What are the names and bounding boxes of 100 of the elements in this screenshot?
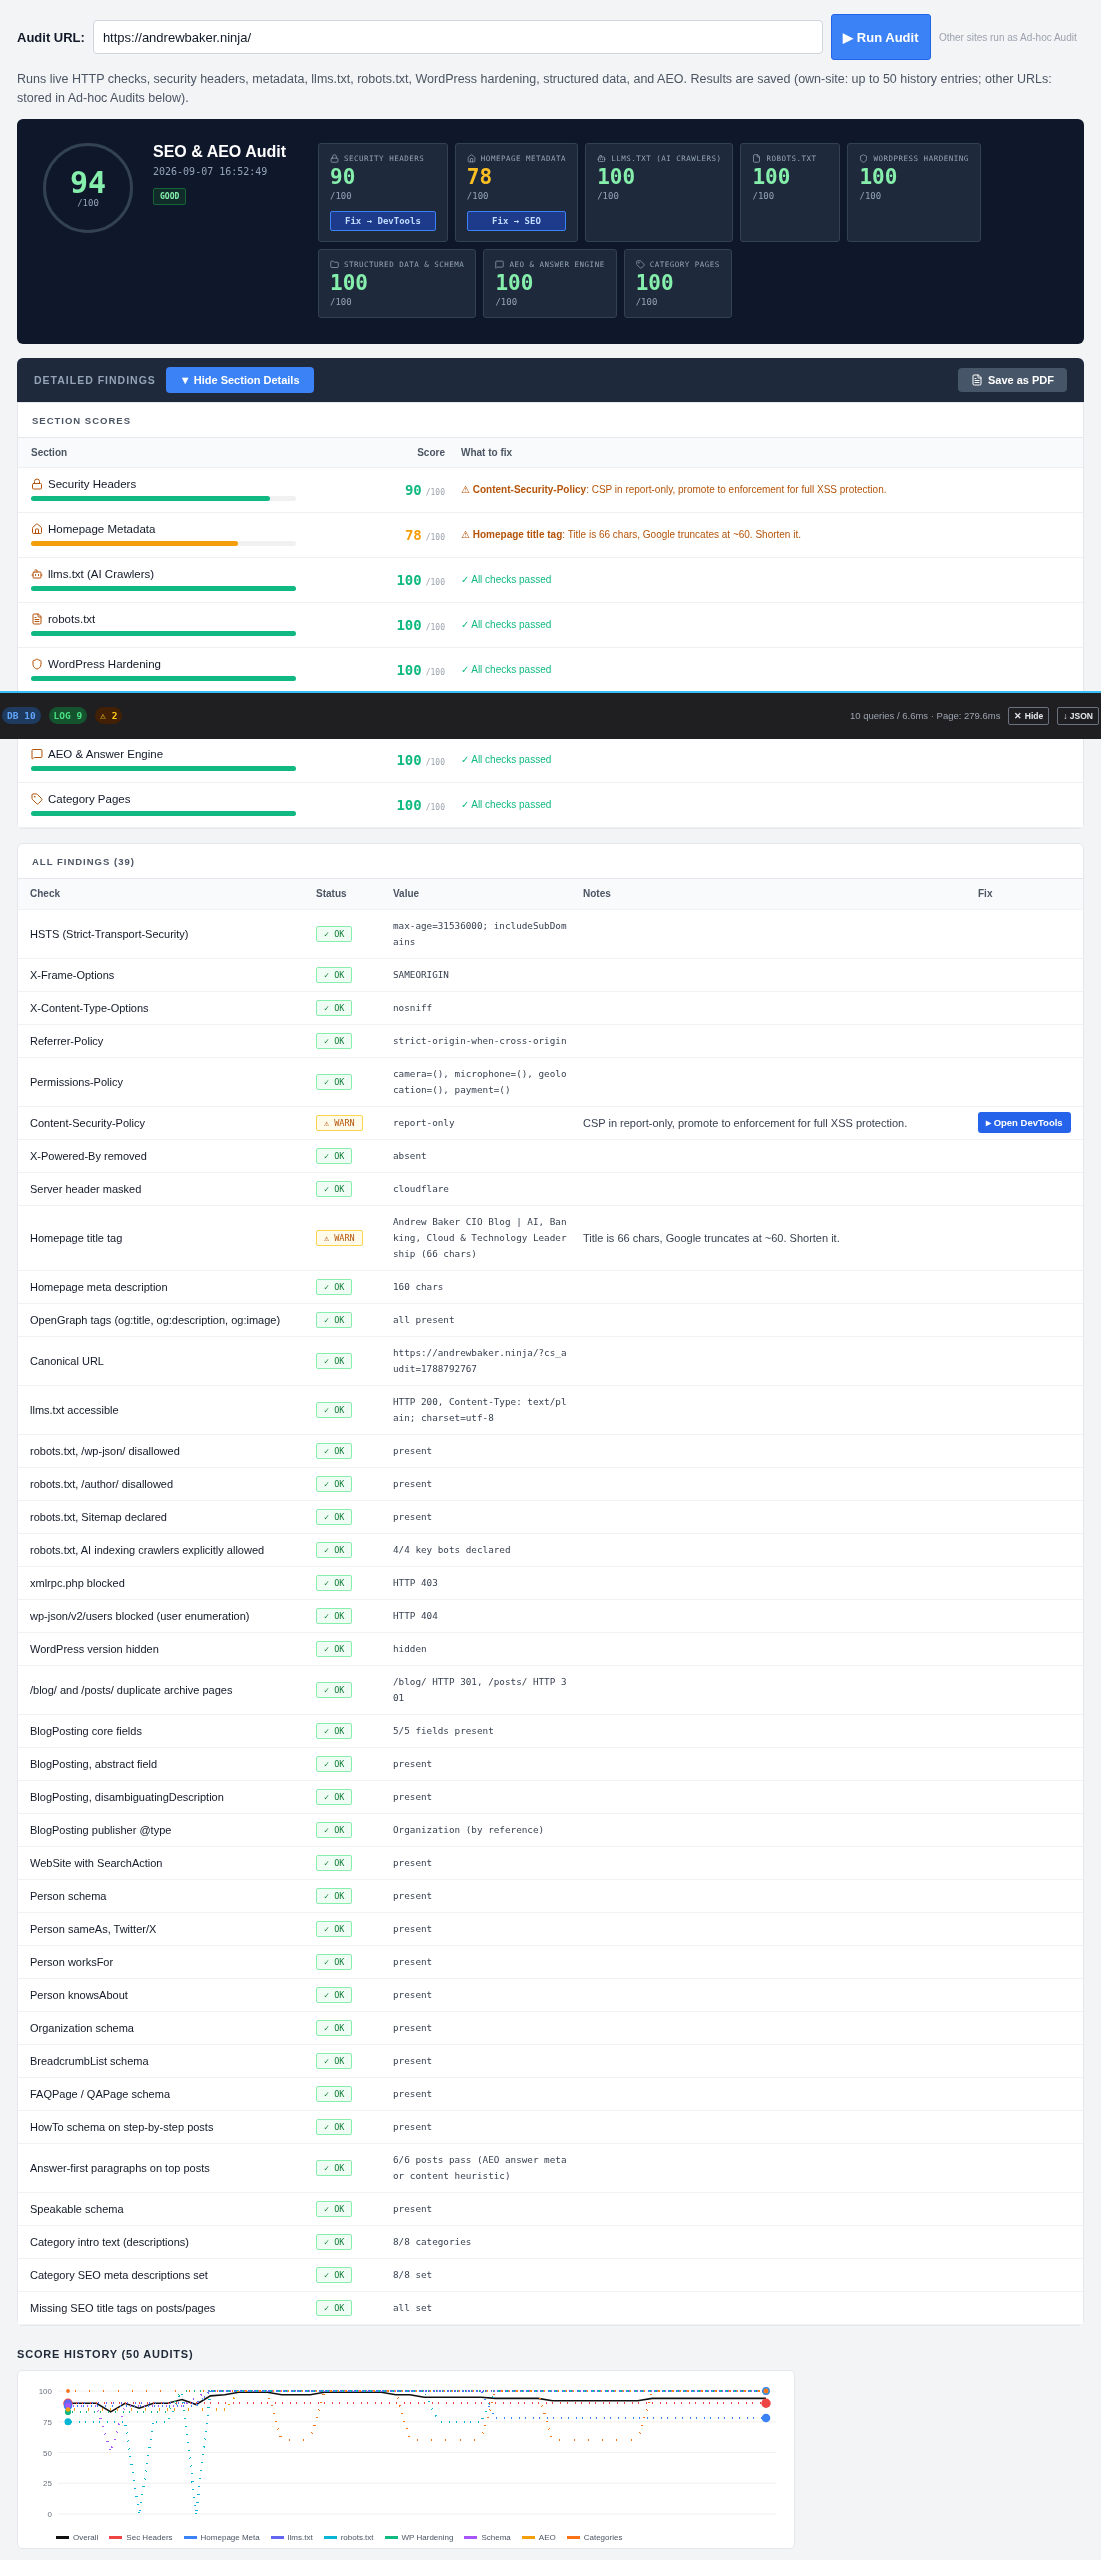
check-notes: Title is 66 chars, Google truncates at ~60. Shorten it.: [583, 1231, 841, 1244]
fix-button[interactable]: Fix → DevTools: [330, 210, 436, 231]
point: [761, 2413, 771, 2423]
check-value: HTTP 404: [393, 1608, 439, 1623]
check-value: hidden: [393, 1641, 428, 1656]
debug-badge[interactable]: DB 10: [2, 707, 41, 725]
status-badge: ✓ OK: [316, 999, 353, 1016]
status-badge: ✓ OK: [316, 2019, 353, 2036]
legend-item: robots.txt: [323, 2532, 374, 2542]
check-name: X-Frame-Options: [30, 968, 116, 981]
status-badge: ✓ OK: [316, 2266, 353, 2283]
debug-badge[interactable]: LOG 9: [48, 707, 88, 725]
status-badge: ✓ OK: [316, 1953, 353, 1970]
status-badge: ✓ OK: [316, 2052, 353, 2069]
check-name: Answer-first paragraphs on top posts: [30, 2161, 211, 2174]
tile-score: 100: [495, 270, 535, 295]
tile-score: 100: [752, 164, 792, 189]
tag-icon: [635, 259, 645, 269]
check-value: HTTP 403: [393, 1575, 439, 1590]
check-value: max-age=31536000; includeSubDomains: [393, 918, 568, 949]
folder-icon: [330, 259, 339, 269]
check-value: present: [393, 2020, 434, 2035]
debug-badge[interactable]: ⚠ 2: [95, 707, 123, 725]
status-badge: ✓ OK: [316, 1854, 353, 1871]
fix-button[interactable]: Fix → SEO: [466, 210, 567, 231]
check-name: HSTS (Strict-Transport-Security): [30, 927, 190, 940]
shield-icon: [859, 153, 869, 163]
tag-icon: [31, 793, 43, 806]
house-icon: [466, 153, 476, 163]
url-field[interactable]: https://andrewbaker.ninja/: [92, 20, 823, 54]
check-value: 6/6 posts pass (AEO answer meta or content heuristic): [393, 2152, 568, 2183]
score-max: /100: [77, 197, 99, 208]
audit-title: SEO & AEO Audit: [153, 142, 287, 161]
toggle-button[interactable]: ▼ Hide Section Details: [165, 366, 314, 393]
check-value: report-only: [393, 1115, 456, 1130]
hint-text: Other sites run as Ad-hoc Audit: [938, 31, 1077, 43]
status-badge: ✓ OK: [316, 925, 353, 942]
check-value: present: [393, 1443, 434, 1458]
fix-advice: ✓ All checks passed: [461, 754, 553, 766]
axis-tick-label: 100: [38, 2386, 52, 2396]
lock-icon: [330, 153, 339, 163]
section-name: Homepage Metadata: [31, 523, 371, 536]
axis-tick-label: 50: [43, 2448, 52, 2458]
column-header: Notes: [583, 888, 612, 900]
save-pdf-button[interactable]: Save as PDF: [957, 367, 1067, 392]
status-badge: ✓ OK: [316, 1607, 353, 1624]
check-name: Homepage title tag: [30, 1231, 124, 1244]
toolbar-label: DETAILED FINDINGS: [34, 373, 156, 386]
section-name: Category Pages: [31, 793, 371, 806]
check-name: X-Content-Type-Options: [30, 1001, 150, 1014]
check-name: Category intro text (descriptions): [30, 2235, 190, 2248]
section-score: 90 /100: [403, 481, 445, 498]
check-name: Content-Security-Policy: [30, 1116, 146, 1129]
score-max: /100: [635, 296, 659, 307]
point: [64, 2418, 72, 2425]
chat-icon: [495, 259, 505, 269]
check-value: HTTP 200, Content-Type: text/plain; charset=utf-8: [393, 1394, 568, 1425]
check-name: Canonical URL: [30, 1354, 105, 1367]
score-max: /100: [330, 190, 353, 201]
open-devtools-button[interactable]: ▸ Open DevTools: [978, 1112, 1071, 1134]
run-audit-button[interactable]: ▶ Run Audit: [830, 14, 931, 60]
check-name: Person sameAs, Twitter/X: [30, 1922, 158, 1935]
check-name: OpenGraph tags (og:title, og:description, og:image): [30, 1313, 282, 1326]
check-name: xmlrpc.php blocked: [30, 1576, 126, 1589]
check-value: present: [393, 2086, 434, 2101]
status-badge: ✓ OK: [316, 1508, 353, 1525]
status-badge: ✓ OK: [316, 2159, 353, 2176]
status-badge: ✓ OK: [316, 1640, 353, 1657]
status-badge: ✓ OK: [316, 1073, 353, 1090]
check-name: Server header masked: [30, 1182, 143, 1195]
check-value: cloudflare: [393, 1181, 450, 1196]
check-value: all set: [393, 2300, 434, 2315]
check-value: present: [393, 1789, 434, 1804]
status-badge: ✓ OK: [316, 1681, 353, 1698]
fix-advice: ⚠ Content-Security-Policy: CSP in report-only, promote to enforcement for full XSS protection.: [461, 484, 888, 496]
tile-score: 100: [597, 164, 637, 189]
house-icon: [31, 523, 43, 536]
check-value: present: [393, 1921, 434, 1936]
status-badge: ✓ OK: [316, 1986, 353, 2003]
legend-item: Schema: [464, 2532, 511, 2542]
check-name: WebSite with SearchAction: [30, 1856, 164, 1869]
check-name: robots.txt, /author/ disallowed: [30, 1477, 175, 1490]
hide-button[interactable]: ✕ Hide: [1008, 706, 1050, 725]
check-name: BlogPosting core fields: [30, 1724, 143, 1737]
check-value: present: [393, 1476, 434, 1491]
status-badge: ✓ OK: [316, 1722, 353, 1739]
check-name: Missing SEO title tags on posts/pages: [30, 2301, 217, 2314]
column-header: Fix: [978, 888, 994, 900]
status-badge: ✓ OK: [316, 2233, 353, 2250]
status-badge: ✓ OK: [316, 2200, 353, 2217]
section-score: 100 /100: [395, 571, 445, 588]
legend-item: AEO: [521, 2532, 556, 2542]
check-name: BlogPosting publisher @type: [30, 1823, 173, 1836]
score-max: /100: [752, 190, 776, 201]
status-badge: ✓ OK: [316, 966, 353, 983]
status-badge: ✓ OK: [316, 1475, 353, 1492]
legend-item: Sec Headers: [109, 2532, 173, 2542]
section-score: 100 /100: [395, 661, 445, 678]
json-button[interactable]: ↓ JSON: [1057, 706, 1099, 725]
status-badge: ✓ OK: [316, 1920, 353, 1937]
